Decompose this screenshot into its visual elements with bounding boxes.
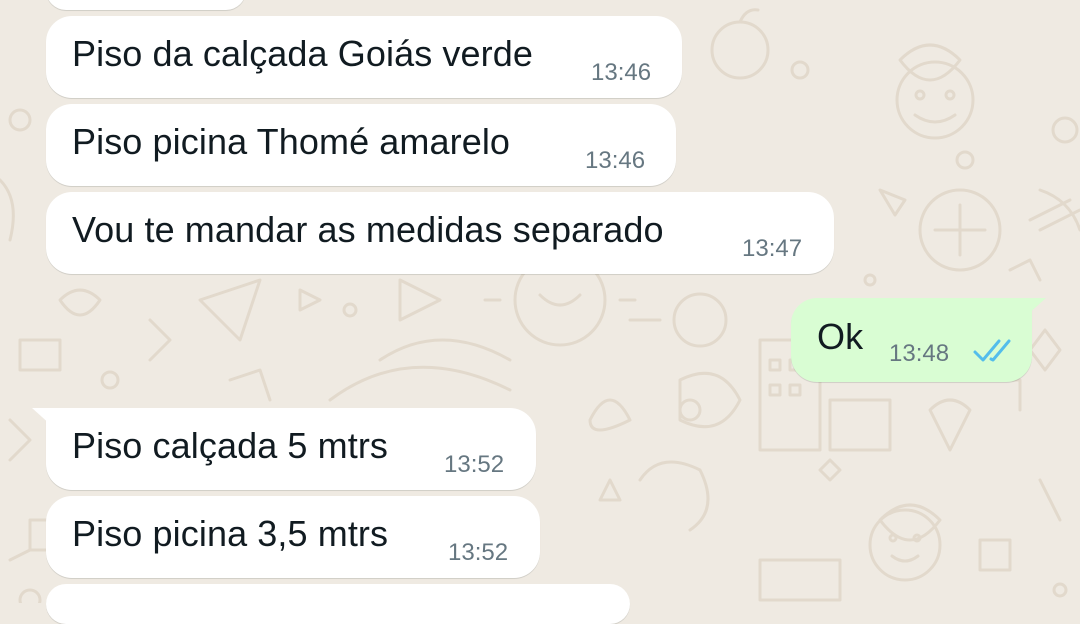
message-text: Piso calçada 5 mtrs bbox=[72, 425, 389, 466]
message-bubble-incoming[interactable]: Piso picina 3,5 mtrs 13:52 bbox=[46, 496, 540, 578]
message-timestamp: 13:46 bbox=[591, 59, 652, 86]
message-text: Piso da calçada Goiás verde bbox=[72, 33, 533, 74]
message-bubble-incoming[interactable]: Piso calçada 5 mtrs 13:52 bbox=[32, 408, 536, 490]
message-bubble-partial-bottom[interactable] bbox=[46, 584, 630, 624]
message-timestamp: 13:47 bbox=[742, 235, 803, 262]
message-text: Piso picina 3,5 mtrs bbox=[72, 513, 389, 554]
double-check-icon bbox=[973, 339, 1011, 362]
bubble-tail bbox=[32, 408, 52, 426]
message-timestamp: 13:52 bbox=[448, 539, 509, 566]
message-bubble-outgoing[interactable]: Ok 13:48 bbox=[791, 298, 1046, 382]
message-bubble-incoming[interactable]: Piso da calçada Goiás verde 13:46 bbox=[46, 16, 682, 98]
message-bubble-partial-top[interactable] bbox=[46, 0, 246, 10]
message-bubble-incoming[interactable]: Vou te mandar as medidas separado 13:47 bbox=[46, 192, 834, 274]
bubble-tail bbox=[1026, 298, 1046, 316]
message-text: Vou te mandar as medidas separado bbox=[72, 209, 664, 250]
message-text: Piso picina Thomé amarelo bbox=[72, 121, 511, 162]
message-text: Ok bbox=[817, 316, 864, 357]
message-timestamp: 13:48 bbox=[889, 340, 950, 367]
message-timestamp: 13:46 bbox=[585, 147, 646, 174]
message-bubble-incoming[interactable]: Piso picina Thomé amarelo 13:46 bbox=[46, 104, 676, 186]
message-timestamp: 13:52 bbox=[444, 451, 505, 478]
chat-conversation: Piso da calçada Goiás verde 13:46 Piso p… bbox=[0, 0, 1080, 624]
